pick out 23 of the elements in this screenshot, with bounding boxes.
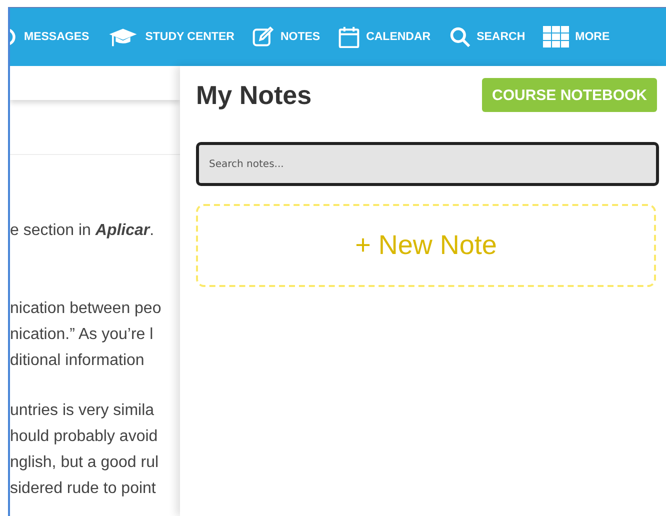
nav-link[interactable]: MORE <box>543 26 610 48</box>
nav-link[interactable]: STUDY CENTER <box>107 26 234 48</box>
lesson-text: hould probably avoid <box>10 427 159 447</box>
search-field[interactable]: Search notes... <box>196 142 659 186</box>
grid-icon <box>543 26 570 48</box>
lesson-text: sidered rude to point <box>10 479 157 499</box>
lesson-text: ditional information <box>10 351 146 371</box>
nav-link[interactable]: SEARCH <box>448 26 526 48</box>
lesson-text: nglish, but a good rul <box>10 453 160 473</box>
lesson-text: nication between peo <box>10 299 162 319</box>
calendar-icon <box>338 26 360 48</box>
nav-link[interactable]: NOTES <box>252 26 320 48</box>
lesson-text: e section in Aplicar. <box>10 221 156 241</box>
graduation-cap-icon <box>107 26 140 48</box>
panel-title: My Notes <box>196 80 312 110</box>
edit-icon <box>252 26 274 48</box>
nav-link[interactable]: CALENDAR <box>338 26 431 48</box>
new-note-button[interactable]: + New Note <box>196 204 656 287</box>
lesson-text: untries is very simila <box>10 401 156 421</box>
nav-link[interactable]: MESSAGES <box>10 26 90 48</box>
lesson-text: nication.” As you’re l <box>10 325 154 345</box>
course-notebook-button[interactable]: COURSE NOTEBOOK <box>482 78 657 112</box>
search-icon <box>448 26 471 48</box>
